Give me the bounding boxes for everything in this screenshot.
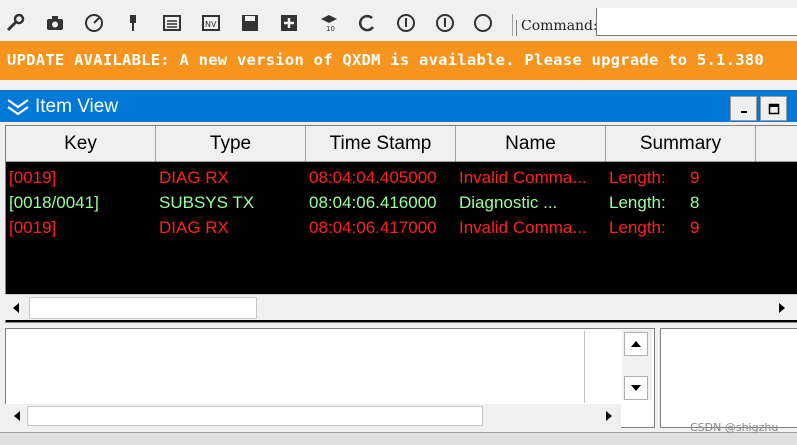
cell-time: 08:04:06.416000	[309, 193, 437, 212]
info-icon[interactable]	[395, 12, 417, 34]
column-header-key[interactable]: Key	[6, 126, 156, 162]
cell-type: SUBSYS TX	[159, 193, 255, 212]
grid-header: Key Type Time Stamp Name Summary	[6, 126, 797, 162]
cell-type: DIAG RX	[159, 218, 229, 237]
maximize-button[interactable]	[760, 96, 787, 121]
cell-summary-label: Length:	[609, 168, 666, 187]
table-row[interactable]: [0019] DIAG RX 08:04:04.405000 Invalid C…	[6, 165, 797, 190]
column-header-type[interactable]: Type	[156, 126, 306, 162]
scroll-left-icon[interactable]	[7, 406, 27, 426]
scroll-right-icon[interactable]	[599, 406, 619, 426]
circle-icon[interactable]	[472, 12, 494, 34]
cell-summary-label: Length:	[609, 193, 666, 212]
grid-horizontal-scrollbar[interactable]	[5, 294, 797, 320]
scroll-down-icon[interactable]	[624, 376, 648, 400]
toolbar-separator	[512, 14, 513, 36]
column-header-name[interactable]: Name	[456, 126, 606, 162]
minimize-button[interactable]	[730, 96, 757, 121]
cell-summary-value: 8	[690, 193, 700, 212]
item-view-window: Item View Key Type Time Stamp Name Summa…	[0, 90, 797, 445]
refresh-icon[interactable]	[356, 12, 378, 34]
command-label: Command:	[516, 20, 596, 36]
detail-horizontal-scrollbar[interactable]	[5, 404, 621, 428]
detail-vertical-scrollbar[interactable]	[622, 330, 652, 400]
cell-summary-label: Length:	[609, 218, 666, 237]
log-mask-icon[interactable]: 10	[318, 12, 340, 34]
command-input[interactable]	[596, 8, 797, 36]
cell-key: [0019]	[9, 218, 57, 237]
minimize-icon	[740, 110, 747, 113]
camera-icon[interactable]	[44, 12, 66, 34]
status-strip	[0, 432, 797, 445]
side-pane[interactable]	[660, 328, 797, 428]
scroll-thumb[interactable]	[29, 297, 257, 319]
column-header-time-stamp[interactable]: Time Stamp	[306, 126, 456, 162]
scroll-up-icon[interactable]	[624, 332, 648, 356]
cell-type: DIAG RX	[159, 168, 229, 187]
add-icon[interactable]	[278, 12, 300, 34]
list-icon[interactable]	[161, 12, 183, 34]
watermark: CSDN @shigzhu	[690, 421, 779, 434]
scroll-thumb[interactable]	[27, 406, 483, 426]
cell-name: Invalid Comma...	[459, 218, 587, 237]
table-row[interactable]: [0019] DIAG RX 08:04:06.417000 Invalid C…	[6, 215, 797, 240]
pin-icon[interactable]	[122, 12, 144, 34]
item-view-title: Item View	[35, 96, 119, 117]
scroll-right-icon[interactable]	[771, 297, 793, 319]
wrench-icon[interactable]	[4, 12, 26, 34]
svg-text:NV: NV	[205, 20, 217, 29]
cell-time: 08:04:04.405000	[309, 168, 437, 187]
item-view-icon	[7, 99, 29, 116]
svg-text:10: 10	[326, 25, 335, 33]
column-header-extra[interactable]	[756, 126, 797, 162]
table-row[interactable]: [0018/0041] SUBSYS TX 08:04:06.416000 Di…	[6, 190, 797, 215]
grid-body: [0019] DIAG RX 08:04:04.405000 Invalid C…	[6, 162, 797, 294]
cell-key: [0018/0041]	[9, 193, 99, 212]
scroll-left-icon[interactable]	[5, 297, 27, 319]
title-bar[interactable]: Item View	[0, 90, 797, 122]
toolbar-icons: NV 10	[0, 0, 520, 37]
detail-divider	[584, 331, 585, 403]
column-header-summary[interactable]: Summary	[606, 126, 756, 162]
toolbar: NV 10 Command:	[0, 0, 797, 40]
cell-summary-value: 9	[690, 218, 700, 237]
maximize-icon	[768, 103, 779, 114]
cell-time: 08:04:06.417000	[309, 218, 437, 237]
cell-name: Invalid Comma...	[459, 168, 587, 187]
cell-summary-value: 9	[690, 168, 700, 187]
info-icon-2[interactable]	[434, 12, 456, 34]
gauge-icon[interactable]	[83, 12, 105, 34]
save-icon[interactable]	[239, 12, 261, 34]
nv-icon[interactable]: NV	[200, 12, 222, 34]
cell-key: [0019]	[9, 168, 57, 187]
cell-name: Diagnostic ...	[459, 193, 558, 212]
update-banner: UPDATE AVAILABLE: A new version of QXDM …	[0, 41, 797, 80]
